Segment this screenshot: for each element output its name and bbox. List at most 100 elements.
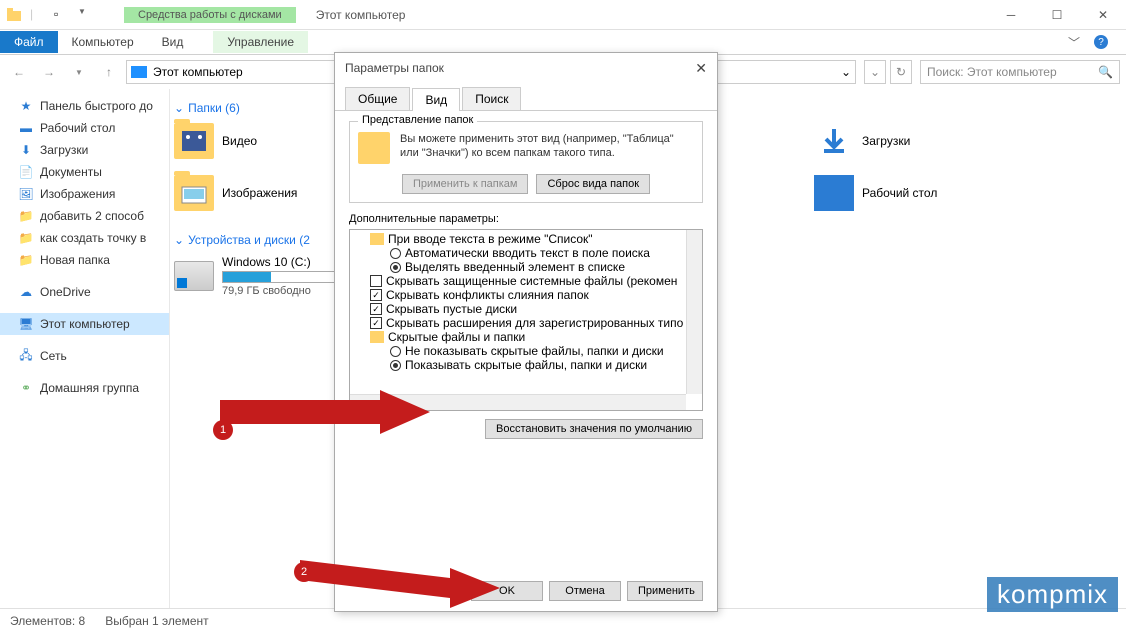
sidebar-quick-access[interactable]: ★Панель быстрого до xyxy=(0,95,169,117)
tree-hscrollbar[interactable] xyxy=(350,394,686,410)
radio-select-typed[interactable] xyxy=(390,262,401,273)
status-count: Элементов: 8 xyxy=(10,614,85,628)
apply-to-folders-button[interactable]: Применить к папкам xyxy=(402,174,529,194)
sidebar-this-pc[interactable]: 🖥Этот компьютер xyxy=(0,313,169,335)
tab-general[interactable]: Общие xyxy=(345,87,410,110)
folder-label: Изображения xyxy=(222,186,297,200)
quick-access-toolbar: | ▫ ▼ xyxy=(0,7,94,23)
star-icon: ★ xyxy=(18,98,34,114)
radio-show-hidden[interactable] xyxy=(390,360,401,371)
folder-desktop[interactable]: Рабочий стол xyxy=(814,175,1014,211)
folder-label: Видео xyxy=(222,134,257,148)
download-icon: ⬇ xyxy=(18,142,34,158)
checkbox-hide-extensions[interactable]: ✓ xyxy=(370,317,382,329)
close-button[interactable]: ✕ xyxy=(1080,0,1126,30)
pc-icon xyxy=(131,66,147,78)
annotation-badge-1: 1 xyxy=(213,420,233,440)
file-tab[interactable]: Файл xyxy=(0,31,58,53)
minimize-button[interactable]: ─ xyxy=(988,0,1034,30)
address-text: Этот компьютер xyxy=(153,65,243,79)
forward-button[interactable]: → xyxy=(36,59,62,85)
sidebar-item-folder3[interactable]: 📁Новая папка xyxy=(0,249,169,271)
folder-label: Загрузки xyxy=(862,134,910,148)
folder-icon xyxy=(174,123,214,159)
maximize-button[interactable]: ☐ xyxy=(1034,0,1080,30)
sidebar-item-pictures[interactable]: 🖼Изображения xyxy=(0,183,169,205)
checkbox-hide-merge[interactable]: ✓ xyxy=(370,289,382,301)
folder-icon xyxy=(358,132,390,164)
tree-vscrollbar[interactable] xyxy=(686,230,702,394)
advanced-tree[interactable]: При вводе текста в режиме "Список" Автом… xyxy=(349,229,703,411)
apply-button[interactable]: Применить xyxy=(627,581,703,601)
picture-icon: 🖼 xyxy=(18,186,34,202)
dialog-body: Представление папок Вы можете применить … xyxy=(335,111,717,571)
sidebar-item-downloads[interactable]: ⬇Загрузки xyxy=(0,139,169,161)
tab-manage[interactable]: Управление xyxy=(213,31,308,53)
desktop-icon xyxy=(814,175,854,211)
folder-icon xyxy=(174,175,214,211)
sidebar-onedrive[interactable]: ☁OneDrive xyxy=(0,281,169,303)
tab-computer[interactable]: Компьютер xyxy=(58,31,148,53)
contextual-tab-header: Средства работы с дисками xyxy=(124,7,296,23)
radio-hide-hidden[interactable] xyxy=(390,346,401,357)
navigation-pane: ★Панель быстрого до ▬Рабочий стол ⬇Загру… xyxy=(0,89,170,609)
refresh-button[interactable]: ↻ xyxy=(890,60,912,84)
tab-view[interactable]: Вид xyxy=(148,31,198,53)
watermark: kompmix xyxy=(987,577,1118,612)
tab-search[interactable]: Поиск xyxy=(462,87,521,110)
help-icon[interactable]: ? xyxy=(1094,35,1108,49)
checkbox-hide-protected[interactable] xyxy=(370,275,382,287)
qat-sep: | xyxy=(30,7,46,23)
chevron-down-icon[interactable]: ⌄ xyxy=(841,65,851,79)
homegroup-icon: ⚭ xyxy=(18,380,34,396)
reset-folders-button[interactable]: Сброс вида папок xyxy=(536,174,650,194)
window-title: Этот компьютер xyxy=(316,8,406,22)
folder-icon: 📁 xyxy=(18,208,34,224)
dialog-tabs: Общие Вид Поиск xyxy=(335,83,717,111)
radio-auto-search[interactable] xyxy=(390,248,401,259)
sidebar-item-folder2[interactable]: 📁как создать точку в xyxy=(0,227,169,249)
dialog-title: Параметры папок xyxy=(345,61,444,75)
ribbon-collapse-icon[interactable]: ﹀ xyxy=(1068,34,1080,51)
titlebar: | ▫ ▼ Средства работы с дисками Этот ком… xyxy=(0,0,1126,30)
checkbox-hide-empty-drives[interactable]: ✓ xyxy=(370,303,382,315)
sidebar-homegroup[interactable]: ⚭Домашняя группа xyxy=(0,377,169,399)
ok-button[interactable]: OK xyxy=(471,581,543,601)
folder-icon: 📁 xyxy=(18,252,34,268)
pc-icon: 🖥 xyxy=(18,316,34,332)
explorer-icon xyxy=(6,7,22,23)
group-title: Представление папок xyxy=(358,114,477,126)
folder-icon xyxy=(370,331,384,343)
desktop-icon: ▬ xyxy=(18,120,34,136)
sidebar-item-folder1[interactable]: 📁добавить 2 способ xyxy=(0,205,169,227)
download-icon xyxy=(814,123,854,159)
search-placeholder: Поиск: Этот компьютер xyxy=(927,65,1057,79)
recent-dropdown[interactable]: ▼ xyxy=(66,59,92,85)
dialog-footer: OK Отмена Применить xyxy=(335,571,717,611)
back-button[interactable]: ← xyxy=(6,59,32,85)
group-text: Вы можете применить этот вид (например, … xyxy=(400,132,694,164)
folder-options-dialog: Параметры папок ✕ Общие Вид Поиск Предст… xyxy=(334,52,718,612)
search-input[interactable]: Поиск: Этот компьютер 🔍 xyxy=(920,60,1120,84)
advanced-label: Дополнительные параметры: xyxy=(349,213,703,225)
dialog-titlebar: Параметры папок ✕ xyxy=(335,53,717,83)
qat-dropdown-icon[interactable]: ▼ xyxy=(78,7,94,23)
dialog-close-button[interactable]: ✕ xyxy=(695,60,707,77)
up-button[interactable]: ↑ xyxy=(96,59,122,85)
tab-view[interactable]: Вид xyxy=(412,88,460,111)
properties-icon[interactable]: ▫ xyxy=(54,7,70,23)
folder-icon xyxy=(370,233,384,245)
cloud-icon: ☁ xyxy=(18,284,34,300)
sidebar-item-documents[interactable]: 📄Документы xyxy=(0,161,169,183)
address-dropdown[interactable]: ⌄ xyxy=(864,60,886,84)
cancel-button[interactable]: Отмена xyxy=(549,581,621,601)
folder-downloads[interactable]: Загрузки xyxy=(814,123,1014,159)
search-icon: 🔍 xyxy=(1098,65,1113,79)
network-icon: 🖧 xyxy=(18,348,34,364)
sidebar-item-desktop[interactable]: ▬Рабочий стол xyxy=(0,117,169,139)
folder-label: Рабочий стол xyxy=(862,186,937,200)
sidebar-network[interactable]: 🖧Сеть xyxy=(0,345,169,367)
drive-icon xyxy=(174,261,214,291)
annotation-badge-2: 2 xyxy=(294,562,314,582)
restore-defaults-button[interactable]: Восстановить значения по умолчанию xyxy=(485,419,703,439)
